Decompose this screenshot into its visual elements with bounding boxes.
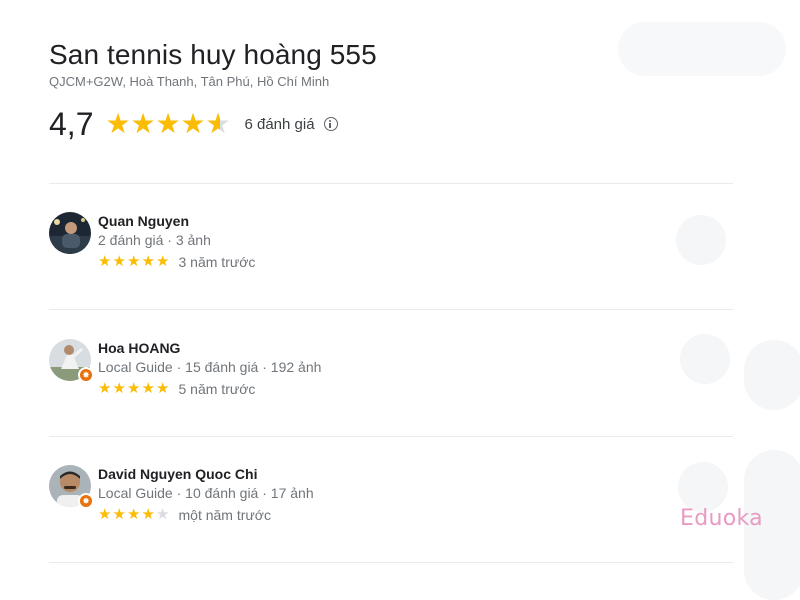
reviewer-name[interactable]: Hoa HOANG (98, 340, 321, 356)
star-icon: ★ (112, 506, 126, 523)
review-stars: ★★★★★ (98, 506, 171, 524)
empty-star-icon: ★ (156, 506, 170, 523)
reviewer-meta: Local Guide · 15 đánh giá · 192 ảnh (98, 359, 322, 375)
review-time: 5 năm trước (178, 381, 256, 397)
place-header: San tennis huy hoàng 555 QJCM+G2W, Hoà T… (49, 39, 377, 89)
star-icon: ★ (141, 380, 155, 397)
side-ghost-shape (744, 340, 800, 410)
half-star-icon: ★ ★ (205, 108, 231, 139)
star-icon: ★ (98, 506, 112, 523)
review-time: 3 năm trước (178, 254, 256, 270)
reviewer-meta: Local Guide · 10 đánh giá · 17 ảnh (98, 485, 314, 501)
review-item: ✸ David Nguyen Quoc Chi Local Guide · 10… (49, 465, 733, 545)
star-icon: ★ (130, 108, 156, 139)
star-icon: ★ (105, 108, 131, 139)
review-item: ✸ Hoa HOANG Local Guide · 15 đánh giá · … (49, 339, 733, 419)
review-item: Quan Nguyen 2 đánh giá · 3 ảnh ★★★★★ 3 n… (49, 212, 733, 292)
star-icon: ★ (141, 506, 155, 523)
divider (49, 183, 733, 184)
place-address: QJCM+G2W, Hoà Thanh, Tân Phú, Hồ Chí Min… (49, 74, 330, 89)
divider (49, 309, 733, 310)
reviewer-meta: 2 đánh giá · 3 ảnh (98, 232, 211, 248)
star-icon: ★ (98, 380, 112, 397)
review-count-link[interactable]: 6 đánh giá (244, 116, 314, 133)
rating-stars: ★ ★ ★ ★ ★ ★ (105, 109, 230, 139)
place-title: San tennis huy hoàng 555 (49, 39, 377, 70)
avatar[interactable] (49, 212, 91, 254)
star-icon: ★ (156, 253, 170, 270)
rating-summary: 4,7 ★ ★ ★ ★ ★ ★ 6 đánh giá (49, 106, 338, 142)
local-guide-badge: ✸ (78, 493, 94, 509)
watermark-logo: Eduoka (680, 506, 763, 531)
avatar[interactable]: ✸ (49, 339, 94, 383)
review-stars: ★★★★★ (98, 380, 171, 398)
reviewer-name[interactable]: Quan Nguyen (98, 213, 255, 229)
header-action-placeholder (618, 22, 786, 76)
star-icon: ★ (98, 253, 112, 270)
star-icon: ★ (127, 380, 141, 397)
info-icon[interactable] (323, 117, 338, 131)
star-icon: ★ (112, 380, 126, 397)
local-guide-badge: ✸ (78, 367, 94, 383)
star-icon: ✸ (82, 369, 90, 380)
divider (49, 562, 733, 563)
star-icon: ★ (112, 253, 126, 270)
avatar[interactable]: ✸ (49, 465, 94, 509)
star-icon: ★ (127, 253, 141, 270)
review-time: một năm trước (178, 507, 271, 523)
star-icon: ✸ (82, 495, 90, 506)
reviewer-name[interactable]: David Nguyen Quoc Chi (98, 466, 314, 482)
divider (49, 436, 733, 437)
star-icon: ★ (156, 380, 170, 397)
review-stars: ★★★★★ (98, 253, 171, 271)
star-icon: ★ (155, 108, 181, 139)
star-icon: ★ (127, 506, 141, 523)
star-icon: ★ (141, 253, 155, 270)
rating-value: 4,7 (49, 106, 94, 142)
star-icon: ★ (180, 108, 206, 139)
avatar-photo (49, 212, 91, 254)
